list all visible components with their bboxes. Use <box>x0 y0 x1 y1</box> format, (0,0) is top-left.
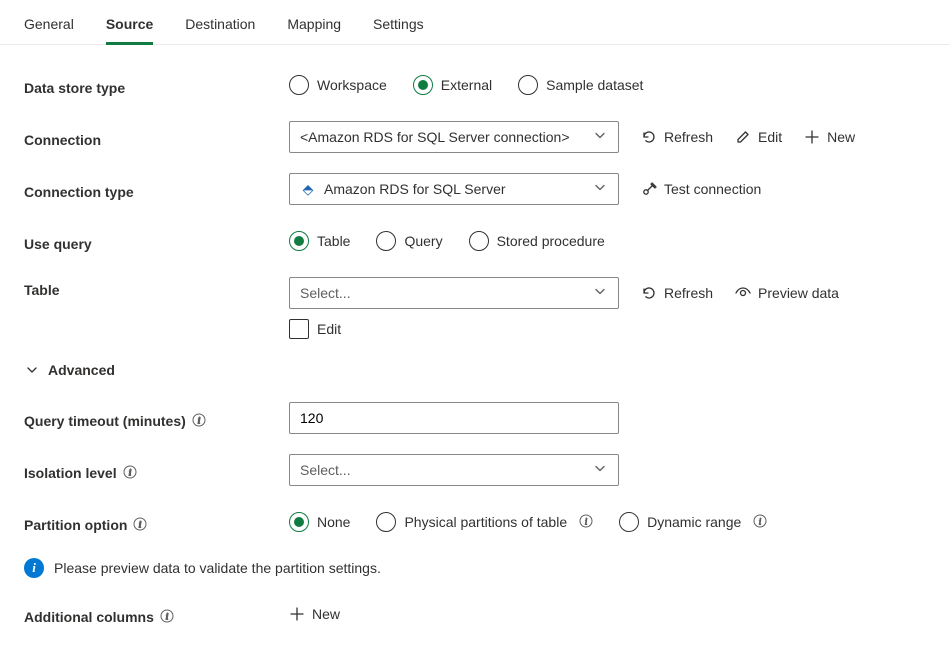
info-icon[interactable] <box>160 609 174 623</box>
tab-destination[interactable]: Destination <box>185 8 255 45</box>
tab-source[interactable]: Source <box>106 8 153 45</box>
tab-settings[interactable]: Settings <box>373 8 424 45</box>
tab-mapping[interactable]: Mapping <box>287 8 341 45</box>
refresh-connection-button[interactable]: Refresh <box>641 129 713 145</box>
connection-label: Connection <box>24 127 289 148</box>
edit-table-checkbox[interactable]: Edit <box>289 319 341 339</box>
radio-sample-dataset[interactable]: Sample dataset <box>518 75 643 95</box>
radio-query[interactable]: Query <box>376 231 442 251</box>
partition-option-label: Partition option <box>24 512 289 533</box>
edit-connection-button[interactable]: Edit <box>735 129 782 145</box>
refresh-icon <box>641 129 657 145</box>
chevron-down-icon <box>592 284 608 303</box>
radio-stored-procedure[interactable]: Stored procedure <box>469 231 605 251</box>
plus-icon <box>804 129 820 145</box>
info-icon: i <box>24 558 44 578</box>
info-icon[interactable] <box>753 514 767 528</box>
table-select[interactable]: Select... <box>289 277 619 309</box>
preview-data-button[interactable]: Preview data <box>735 285 839 301</box>
tab-general[interactable]: General <box>24 8 74 45</box>
isolation-level-label: Isolation level <box>24 460 289 481</box>
isolation-level-select[interactable]: Select... <box>289 454 619 486</box>
additional-columns-label: Additional columns <box>24 604 289 625</box>
plus-icon <box>289 606 305 622</box>
plug-icon <box>641 181 657 197</box>
add-column-button[interactable]: New <box>289 606 340 622</box>
radio-partition-dynamic[interactable]: Dynamic range <box>619 512 767 532</box>
radio-workspace[interactable]: Workspace <box>289 75 387 95</box>
radio-partition-none[interactable]: None <box>289 512 350 532</box>
chevron-down-icon <box>24 362 40 378</box>
connection-type-select[interactable]: ⬘ Amazon RDS for SQL Server <box>289 173 619 205</box>
refresh-table-button[interactable]: Refresh <box>641 285 713 301</box>
data-store-type-label: Data store type <box>24 75 289 96</box>
radio-partition-physical[interactable]: Physical partitions of table <box>376 512 593 532</box>
tab-bar: General Source Destination Mapping Setti… <box>0 0 950 45</box>
chevron-down-icon <box>592 128 608 147</box>
query-timeout-input[interactable] <box>300 403 588 433</box>
partition-info-note: i Please preview data to validate the pa… <box>24 558 926 578</box>
connection-type-label: Connection type <box>24 179 289 200</box>
info-icon[interactable] <box>579 514 593 528</box>
cube-icon: ⬘ <box>300 181 316 197</box>
chevron-down-icon <box>592 180 608 199</box>
query-timeout-input-wrapper <box>289 402 619 434</box>
radio-external[interactable]: External <box>413 75 492 95</box>
chevron-down-icon <box>592 461 608 480</box>
info-icon[interactable] <box>192 413 206 427</box>
edit-icon <box>735 129 751 145</box>
refresh-icon <box>641 285 657 301</box>
connection-select[interactable]: <Amazon RDS for SQL Server connection> <box>289 121 619 153</box>
test-connection-button[interactable]: Test connection <box>641 181 761 197</box>
radio-table[interactable]: Table <box>289 231 350 251</box>
use-query-label: Use query <box>24 231 289 252</box>
advanced-expander[interactable]: Advanced <box>24 362 115 378</box>
new-connection-button[interactable]: New <box>804 129 855 145</box>
info-icon[interactable] <box>123 465 137 479</box>
table-label: Table <box>24 277 289 298</box>
eye-icon <box>735 285 751 301</box>
info-icon[interactable] <box>133 517 147 531</box>
query-timeout-label: Query timeout (minutes) <box>24 408 289 429</box>
